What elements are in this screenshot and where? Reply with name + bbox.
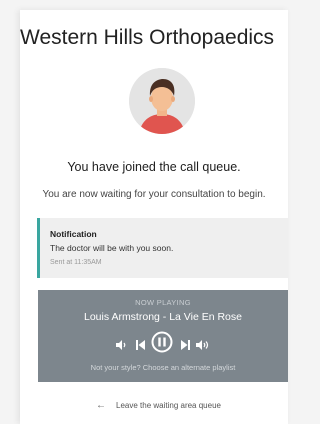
notification-panel: Notification The doctor will be with you… (37, 218, 288, 278)
queue-status-subtext: You are now waiting for your consultatio… (42, 189, 266, 200)
previous-track-icon[interactable] (136, 337, 145, 355)
queue-status-heading: You have joined the call queue. (67, 160, 241, 174)
track-title: Louis Armstrong - La Vie En Rose (84, 311, 242, 323)
notification-title: Notification (50, 229, 97, 239)
clinic-title: Western Hills Orthopaedics (20, 26, 275, 49)
avatar (129, 68, 195, 134)
player-controls (38, 331, 288, 353)
next-track-icon[interactable] (181, 337, 190, 355)
leave-queue-label: Leave the waiting area queue (116, 400, 221, 410)
alternate-playlist-link[interactable]: Not your style? Choose an alternate play… (38, 363, 288, 372)
notification-message: The doctor will be with you soon. (50, 243, 174, 253)
arrow-left-icon: ← (96, 399, 106, 411)
volume-down-icon[interactable] (116, 337, 127, 355)
now-playing-label: NOW PLAYING (135, 298, 191, 307)
pause-icon[interactable] (151, 331, 173, 358)
music-player: NOW PLAYING Louis Armstrong - La Vie En … (38, 290, 288, 382)
notification-timestamp: Sent at 11:35AM (50, 259, 102, 266)
user-avatar-icon (129, 68, 195, 134)
leave-queue-link[interactable]: ← Leave the waiting area queue (96, 398, 221, 412)
volume-up-icon[interactable] (196, 337, 210, 355)
